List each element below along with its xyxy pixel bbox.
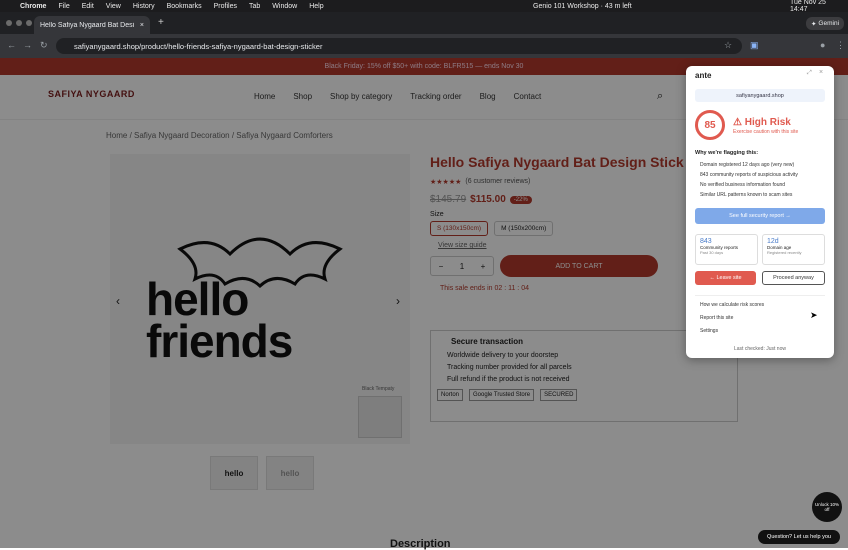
menu-view[interactable]: View (106, 3, 121, 10)
risk-score: 85 (704, 119, 716, 131)
link-report-site[interactable]: Report this site (700, 315, 764, 321)
menu-bookmarks[interactable]: Bookmarks (167, 3, 202, 10)
close-icon[interactable]: × (819, 69, 823, 76)
flag-list: Domain registered 12 days ago (very new)… (700, 162, 828, 202)
reports-sub: Past 30 days (700, 250, 724, 255)
app-name[interactable]: Chrome (20, 3, 46, 10)
risk-score-ring: 85 (695, 110, 725, 140)
menu-window[interactable]: Window (272, 3, 297, 10)
tab-title: Hello Safiya Nygaard Bat Desi (40, 21, 135, 29)
warning-icon: ⚠ (733, 117, 742, 128)
popup-footer: Last checked: Just now (734, 346, 786, 352)
profile-avatar[interactable]: ● (820, 40, 825, 50)
risk-subtitle: Exercise caution with this site (733, 129, 799, 135)
full-report-button[interactable]: See full security report → (695, 208, 825, 224)
chat-button[interactable]: Question? Let us help you (758, 530, 840, 544)
reload-icon[interactable]: ↻ (40, 40, 48, 51)
address-bar-row: ← → ↻ safiyanygaard.shop/product/hello-f… (0, 34, 848, 58)
link-risk-scores[interactable]: How we calculate risk scores (700, 302, 764, 308)
flag-item: Similar URL patterns known to scam sites (700, 192, 793, 198)
extension-icon[interactable]: ▣ (750, 40, 759, 51)
flag-item: No verified business information found (700, 182, 786, 188)
domain-age-sub: Registered recently (767, 250, 802, 255)
popup-links: How we calculate risk scores Report this… (700, 302, 764, 338)
menu-profiles[interactable]: Profiles (214, 3, 237, 10)
leave-site-button[interactable]: ← Leave site (695, 271, 756, 285)
menu-help[interactable]: Help (309, 3, 323, 10)
new-tab-icon[interactable]: + (158, 17, 164, 28)
close-tab-icon[interactable]: × (140, 22, 144, 29)
expand-icon[interactable]: ⤢ (807, 70, 812, 77)
popup-divider (695, 295, 825, 296)
active-tab[interactable]: Hello Safiya Nygaard Bat Desi × (34, 16, 150, 34)
domain-age-value: 12d (767, 238, 779, 245)
stat-card-domain-age: 12d Domain age Registered recently (762, 234, 825, 265)
proceed-anyway-button[interactable]: Proceed anyway (762, 271, 825, 285)
zoom-window-icon[interactable] (26, 20, 32, 26)
flag-heading: Why we're flagging this: (695, 150, 759, 156)
gemini-icon: ✦ (810, 20, 817, 28)
stat-card-reports: 843 Community reports Past 30 days (695, 234, 758, 265)
url-field[interactable]: safiyanygaard.shop/product/hello-friends… (56, 38, 742, 54)
close-window-icon[interactable] (6, 20, 12, 26)
gemini-label: Gemini (818, 20, 840, 27)
popup-brand: ante (695, 71, 712, 80)
menu-history[interactable]: History (133, 3, 155, 10)
mouse-cursor-icon: ➤ (810, 310, 818, 320)
risk-title: High Risk (744, 117, 791, 128)
calendar-status[interactable]: Genio 101 Workshop · 43 m left (533, 3, 632, 10)
domain-chip: safiyanygaard.shop (695, 89, 825, 102)
flag-item: 843 community reports of suspicious acti… (700, 172, 798, 178)
reports-value: 843 (700, 238, 712, 245)
menu-file[interactable]: File (58, 3, 69, 10)
url-text: safiyanygaard.shop/product/hello-friends… (74, 41, 323, 51)
gemini-button[interactable]: ✦ Gemini (806, 17, 844, 30)
risk-title-row: ⚠ High Risk (733, 117, 791, 128)
link-settings[interactable]: Settings (700, 328, 764, 334)
back-icon[interactable]: ← (7, 40, 16, 50)
menu-tab[interactable]: Tab (249, 3, 260, 10)
minimize-window-icon[interactable] (16, 20, 22, 26)
menu-edit[interactable]: Edit (82, 3, 94, 10)
chrome-menu-icon[interactable]: ⋮ (836, 40, 845, 51)
flag-item: Domain registered 12 days ago (very new) (700, 162, 795, 168)
unlock-offer-button[interactable]: Unlock 10% off (812, 492, 842, 522)
forward-icon[interactable]: → (23, 40, 32, 50)
bookmark-star-icon[interactable]: ☆ (724, 40, 732, 51)
tab-bar: Hello Safiya Nygaard Bat Desi × + ✦ Gemin… (0, 12, 848, 34)
macos-menubar: Chrome File Edit View History Bookmarks … (0, 0, 848, 13)
